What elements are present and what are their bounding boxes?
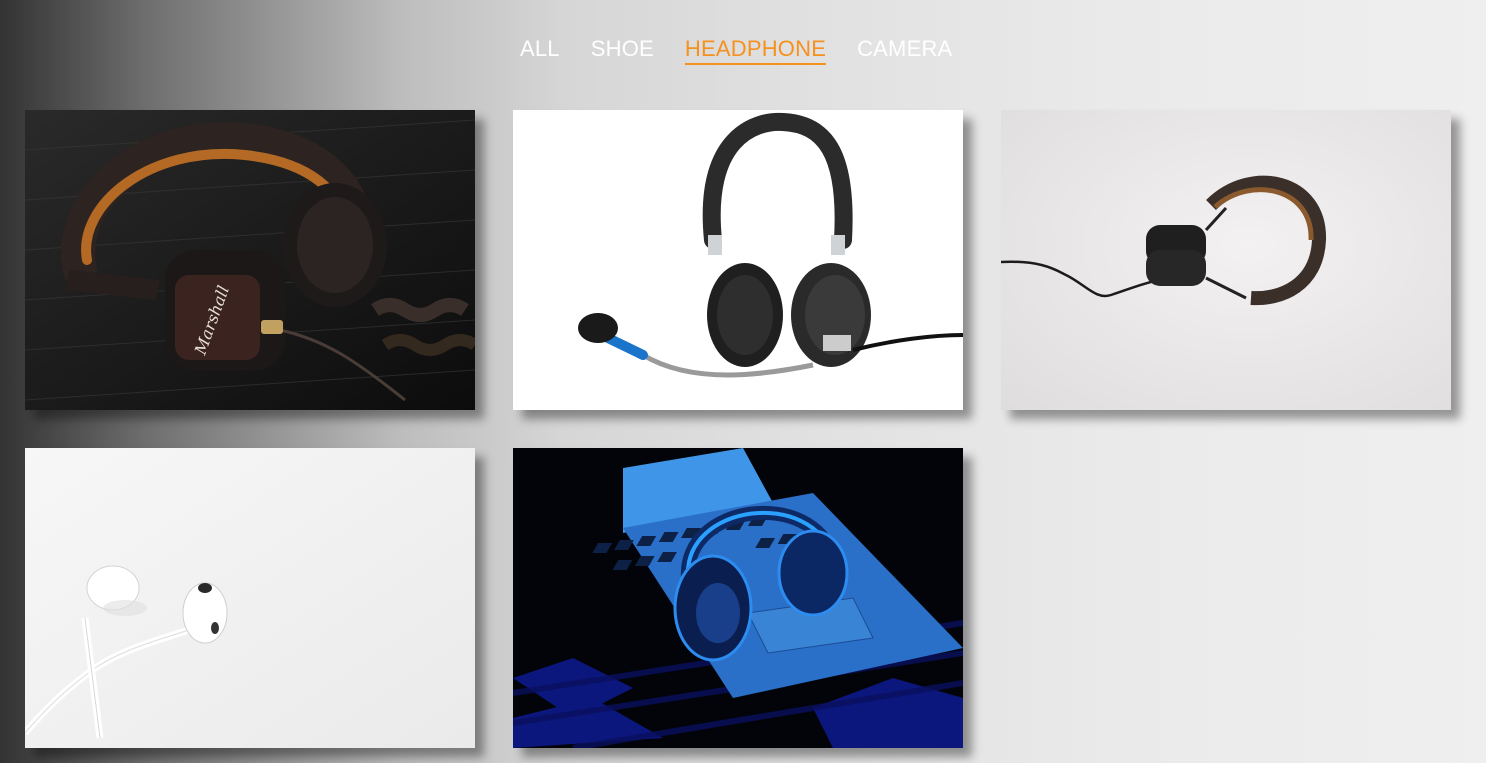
filter-nav: ALL SHOE HEADPHONE CAMERA	[520, 36, 952, 65]
gallery-grid: Marshall	[25, 110, 1451, 748]
headphones-on-white-photo	[1001, 110, 1451, 410]
gallery-card[interactable]	[25, 448, 475, 748]
filter-camera[interactable]: CAMERA	[857, 36, 952, 65]
gallery-card[interactable]	[513, 448, 963, 748]
filter-all[interactable]: ALL	[520, 36, 560, 65]
gallery-card[interactable]	[1001, 110, 1451, 410]
filter-shoe[interactable]: SHOE	[591, 36, 654, 65]
headset-with-microphone-photo	[513, 110, 963, 410]
gallery-card[interactable]: Marshall	[25, 110, 475, 410]
gallery-card[interactable]	[513, 110, 963, 410]
filter-headphone[interactable]: HEADPHONE	[684, 36, 827, 65]
headphones-on-laptop-blue-photo	[513, 448, 963, 748]
white-earbuds-photo	[25, 448, 475, 748]
marshall-headphones-photo: Marshall	[25, 110, 475, 410]
